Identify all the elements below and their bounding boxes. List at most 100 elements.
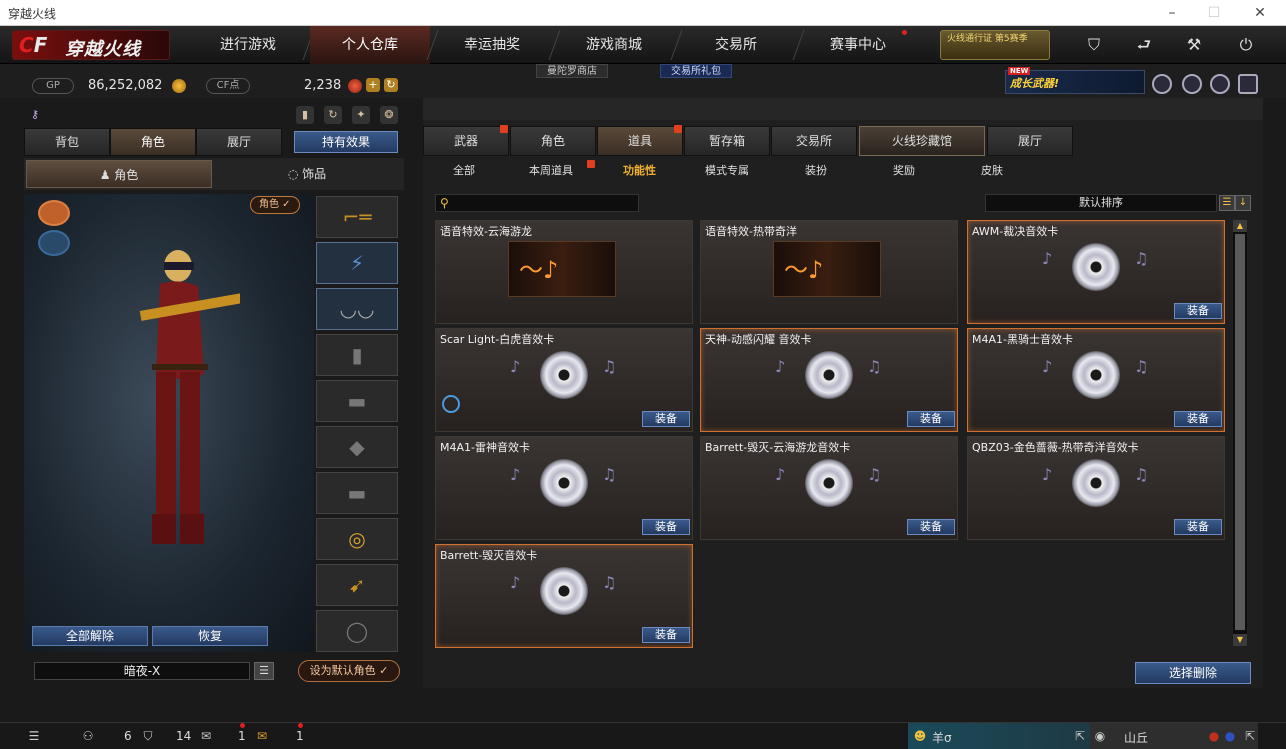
expand-icon[interactable]: ⇱ — [1072, 728, 1088, 744]
gift-box-icon[interactable]: ✉ — [254, 728, 270, 744]
unequip-all-button[interactable]: 全部解除 — [32, 626, 148, 646]
equip-button[interactable]: 装备 — [642, 411, 690, 427]
equip-button[interactable]: 装备 — [642, 627, 690, 643]
item-card[interactable]: 语音特效-云海游龙 〜♪ — [435, 220, 693, 324]
friend-status-1[interactable]: ☻ 羊σ ⇱ — [908, 723, 1090, 749]
sort-select[interactable]: 默认排序 — [985, 194, 1217, 212]
wrench-icon[interactable]: ⚒ — [1184, 35, 1204, 55]
exchange-gift-button[interactable]: 交易所礼包 — [660, 64, 732, 78]
nav-tab-lottery[interactable]: 幸运抽奖 — [432, 26, 552, 64]
cat-reward[interactable]: 奖励 — [893, 160, 915, 182]
chat-icon[interactable]: ✉ — [198, 728, 214, 744]
cat-mode[interactable]: 模式专属 — [705, 160, 749, 182]
character-name-field[interactable]: 暗夜-X — [34, 662, 250, 680]
equip-button[interactable]: 装备 — [1174, 519, 1222, 535]
cat-functional[interactable]: 功能性 — [623, 160, 656, 182]
item-card[interactable]: 天神-动感闪耀 音效卡 ♪ ♫ 装备 — [700, 328, 958, 432]
nav-tab-shop[interactable]: 游戏商城 — [554, 26, 674, 64]
item-card[interactable]: 语音特效-热带奇洋 〜♪ — [700, 220, 958, 324]
slot-armor[interactable]: ◆ — [316, 426, 398, 468]
add-cf-icon[interactable]: + — [366, 78, 380, 92]
item-card[interactable]: M4A1-黑骑士音效卡 ♪ ♫ 装备 — [967, 328, 1225, 432]
role-tag[interactable]: 角色 ✓ — [250, 196, 300, 214]
restore-button[interactable]: 恢复 — [152, 626, 268, 646]
refresh-icon[interactable]: ↻ — [384, 78, 398, 92]
minimize-button[interactable]: – — [1162, 3, 1182, 23]
subtab-accessory[interactable]: ◌ 饰品 — [214, 160, 400, 188]
expand-icon[interactable]: ⇱ — [1242, 728, 1258, 744]
slot-weapon[interactable]: ⌐═ — [316, 196, 398, 238]
slot-radio[interactable]: ▮ — [316, 334, 398, 376]
slot-pants[interactable]: ▬ — [316, 472, 398, 514]
shield-icon[interactable]: ⛉ — [1084, 35, 1104, 55]
sort-direction-icon[interactable]: ↓ — [1235, 195, 1251, 211]
equip-button[interactable]: 装备 — [1174, 411, 1222, 427]
set-default-button[interactable]: 设为默认角色 ✓ — [298, 660, 400, 682]
nav-tab-exchange[interactable]: 交易所 — [676, 26, 796, 64]
nav-tab-play[interactable]: 进行游戏 — [188, 26, 308, 64]
tab-collection[interactable]: 火线珍藏馆 — [859, 126, 985, 156]
tab-character[interactable]: 角色 — [110, 128, 196, 156]
item-card[interactable]: M4A1-雷神音效卡 ♪ ♫ 装备 — [435, 436, 693, 540]
item-scrollbar[interactable]: ▲ ▼ — [1233, 220, 1247, 646]
maximize-button[interactable]: ☐ — [1204, 3, 1224, 23]
cat-all[interactable]: 全部 — [453, 160, 475, 182]
cat-skin[interactable]: 皮肤 — [981, 160, 1003, 182]
item-card[interactable]: Barrett-毁灭音效卡 ♪ ♫ 装备 — [435, 544, 693, 648]
scroll-up-icon[interactable]: ▲ — [1233, 220, 1247, 232]
select-delete-button[interactable]: 选择删除 — [1135, 662, 1251, 684]
tab-backpack[interactable]: 背包 — [24, 128, 110, 156]
nav-tab-warehouse[interactable]: 个人仓库 — [310, 26, 430, 64]
slot-vest[interactable]: ▬ — [316, 380, 398, 422]
weapon-event-icon[interactable] — [1210, 74, 1230, 94]
close-button[interactable]: ✕ — [1250, 3, 1270, 23]
slot-ring[interactable]: ◎ — [316, 518, 398, 560]
friend-status-2[interactable]: ◉ 山丘 ● ● ⇱ — [1090, 723, 1258, 749]
key-icon[interactable]: ⚷ — [26, 106, 44, 124]
friends-icon[interactable]: ⚇ — [80, 728, 96, 744]
clan-shield-icon[interactable]: ⛉ — [140, 728, 156, 744]
item-card[interactable]: Barrett-毁灭-云海游龙音效卡 ♪ ♫ 装备 — [700, 436, 958, 540]
hold-effect-button[interactable]: 持有效果 — [294, 131, 398, 153]
nav-tab-events[interactable]: 赛事中心 — [798, 26, 918, 64]
slot-accessory[interactable]: ➹ — [316, 564, 398, 606]
scroll-thumb[interactable] — [1235, 234, 1245, 630]
tab-weapons[interactable]: 武器 — [423, 125, 509, 156]
power-icon[interactable]: ⏻ — [1236, 35, 1256, 55]
item-card[interactable]: AWM-裁决音效卡 ♪ ♫ 装备 — [967, 220, 1225, 324]
subtab-character[interactable]: ♟ 角色 — [26, 160, 212, 188]
store-mandala-button[interactable]: 曼陀罗商店 — [536, 64, 608, 78]
cat-weekly[interactable]: 本周道具 — [529, 160, 595, 182]
pose-icon[interactable]: ✦ — [352, 106, 370, 124]
slot-effect[interactable]: ⚡ — [316, 242, 398, 284]
sort-list-icon[interactable]: ☰ — [1219, 195, 1235, 211]
promo-banner[interactable]: NEW 成长武器! — [1005, 67, 1145, 94]
pet-icon[interactable]: ❂ — [380, 106, 398, 124]
tab-roles[interactable]: 角色 — [510, 126, 596, 156]
search-input[interactable]: ⚲ — [435, 194, 639, 212]
event-icon[interactable] — [1152, 74, 1172, 94]
slot-extra[interactable]: ◯ — [316, 610, 398, 652]
item-card[interactable]: QBZ03-金色蔷薇-热带奇洋音效卡 ♪ ♫ 装备 — [967, 436, 1225, 540]
target-icon[interactable] — [1182, 74, 1202, 94]
list-menu-icon[interactable]: ☰ — [254, 662, 274, 680]
faction-icon-1[interactable] — [38, 200, 70, 226]
battle-pass-badge[interactable]: 火线通行证 第5赛季 — [940, 30, 1050, 60]
equip-button[interactable]: 装备 — [907, 519, 955, 535]
menu-icon[interactable]: ☰ — [26, 728, 42, 744]
faction-icon-2[interactable] — [38, 230, 70, 256]
scroll-down-icon[interactable]: ▼ — [1233, 634, 1247, 646]
rank-icon[interactable]: ▮ — [296, 106, 314, 124]
equip-button[interactable]: 装备 — [907, 411, 955, 427]
tab-exchange[interactable]: 交易所 — [771, 126, 857, 156]
tab-showroom-right[interactable]: 展厅 — [987, 126, 1073, 156]
tab-showroom[interactable]: 展厅 — [196, 128, 282, 156]
item-card[interactable]: Scar Light-白虎音效卡 ♪ ♫ 装备 — [435, 328, 693, 432]
brand-icon[interactable] — [1238, 74, 1258, 94]
rotate-icon[interactable]: ↻ — [324, 106, 342, 124]
tab-items[interactable]: 道具 — [597, 125, 683, 156]
back-icon[interactable]: ⮐ — [1134, 35, 1154, 55]
slot-goggles[interactable]: ◡◡ — [316, 288, 398, 330]
cat-costume[interactable]: 装扮 — [805, 160, 827, 182]
tab-storage[interactable]: 暂存箱 — [684, 126, 770, 156]
